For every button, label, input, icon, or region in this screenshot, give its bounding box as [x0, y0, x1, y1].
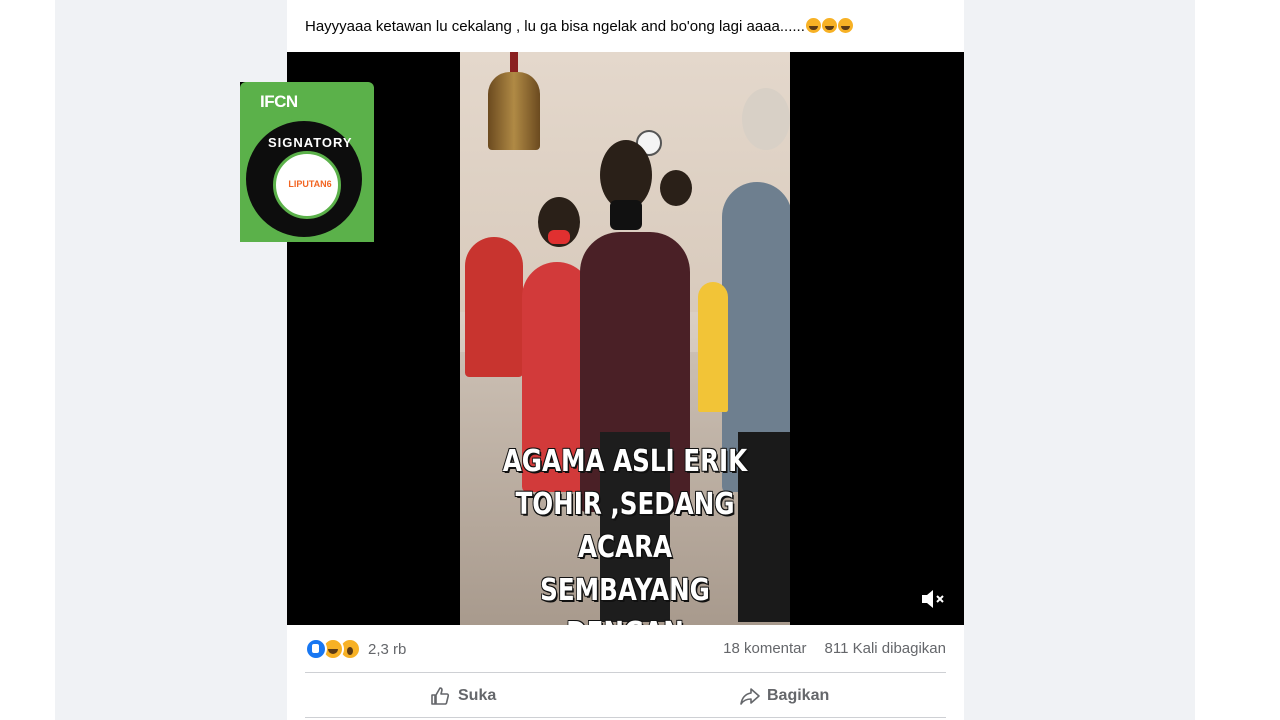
person-head	[660, 170, 692, 206]
caption-line: DENGAN KELUARGA	[490, 612, 761, 625]
laughing-emoji-icon	[805, 18, 821, 33]
post-text-content: Hayyyaaa ketawan lu cekalang , lu ga bis…	[305, 18, 805, 35]
person-figure	[465, 237, 523, 377]
post-text: Hayyyaaa ketawan lu cekalang , lu ga bis…	[305, 18, 954, 35]
seal-text: SIGNATORY	[268, 135, 353, 150]
laughing-emoji-icon	[821, 18, 837, 33]
person-figure	[698, 282, 728, 412]
comment-count-link[interactable]: 18 komentar	[723, 640, 806, 657]
thumbs-up-icon	[430, 686, 450, 706]
seal-center: LIPUTAN6	[273, 151, 341, 219]
video-caption: AGAMA ASLI ERIK TOHIR ,SEDANG ACARA SEMB…	[490, 440, 761, 625]
divider	[305, 672, 946, 673]
share-count-link[interactable]: 811 Kali dibagikan	[825, 640, 946, 657]
video-player[interactable]: AGAMA ASLI ERIK TOHIR ,SEDANG ACARA SEMB…	[287, 52, 964, 625]
reaction-count: 2,3 rb	[368, 640, 407, 658]
ifcn-header: IFCN	[260, 92, 298, 111]
caption-line: TOHIR ,SEDANG	[515, 487, 735, 522]
person-head	[742, 88, 790, 150]
signatory-seal: SIGNATORY LIPUTAN6	[243, 118, 365, 240]
share-arrow-icon	[739, 686, 760, 706]
share-button[interactable]: Bagikan	[739, 680, 829, 712]
temple-bell	[488, 72, 540, 150]
badge-background: IFCN SIGNATORY LIPUTAN6	[240, 82, 374, 242]
post-stats: 18 komentar 811 Kali dibagikan	[723, 640, 946, 657]
ifcn-signatory-badge: IFCN SIGNATORY LIPUTAN6	[240, 82, 374, 242]
face-mask	[548, 230, 570, 244]
reactions-summary[interactable]: 2,3 rb	[305, 638, 407, 660]
post-card: Hayyyaaa ketawan lu cekalang , lu ga bis…	[287, 0, 964, 720]
caption-line: AGAMA ASLI ERIK	[502, 444, 748, 479]
liputan6-logo: LIPUTAN6	[288, 179, 332, 189]
face-mask	[610, 200, 642, 230]
page-margin-right	[1195, 0, 1280, 720]
speaker-muted-icon	[922, 590, 944, 608]
share-button-label: Bagikan	[767, 687, 830, 704]
like-button-label: Suka	[458, 687, 497, 704]
like-button[interactable]: Suka	[430, 680, 496, 712]
mute-button[interactable]	[919, 586, 947, 612]
divider	[305, 717, 946, 718]
caption-line: ACARA SEMBAYANG	[540, 530, 710, 608]
bell-rope	[510, 52, 518, 74]
page-margin-left	[0, 0, 55, 720]
like-reaction-icon	[305, 638, 327, 660]
laughing-emoji-icon	[837, 18, 853, 33]
video-frame: AGAMA ASLI ERIK TOHIR ,SEDANG ACARA SEMB…	[460, 52, 790, 625]
